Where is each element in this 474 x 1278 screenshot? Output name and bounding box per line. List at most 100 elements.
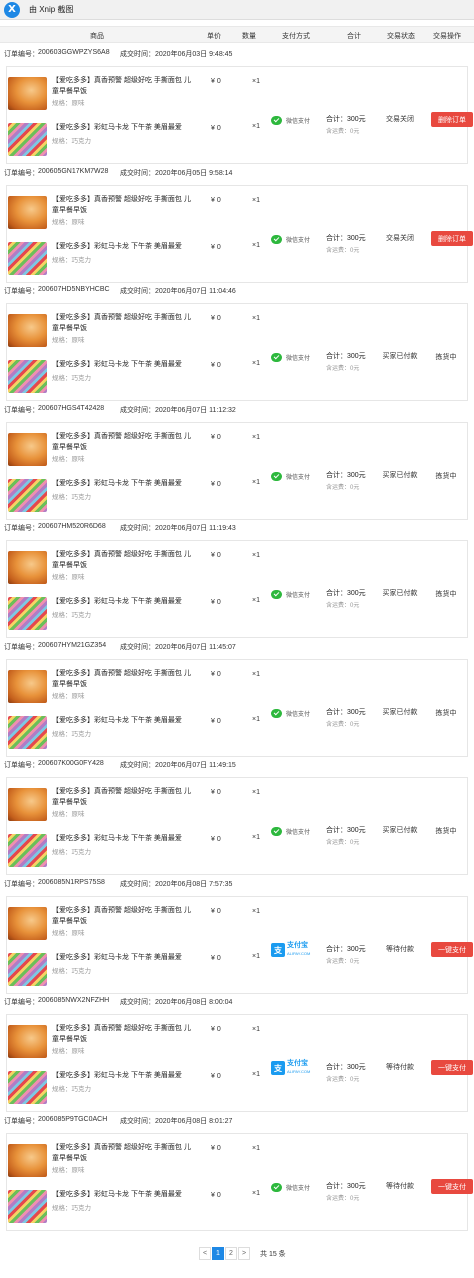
product-spec: 规格：原味 — [52, 930, 85, 937]
product-image-macaron[interactable] — [8, 123, 47, 156]
product-name[interactable]: 【爱吃多多】真香预警 超级好吃 手撕面包 儿童早餐早饭 — [52, 549, 192, 571]
product-name[interactable]: 【爱吃多多】彩虹马卡龙 下午茶 美眉最爱 — [52, 359, 192, 370]
payment-method-alipay: 支 支付宝 ALIPAY.COM — [271, 942, 310, 958]
order-meta: 订单编号： 200605GN17KM7W28 成交时间： 2020年06月05日… — [0, 165, 474, 181]
product-name[interactable]: 【爱吃多多】真香预警 超级好吃 手撕面包 儿童早餐早饭 — [52, 431, 192, 453]
deal-time-label: 成交时间： — [120, 1118, 155, 1125]
payment-method-wechat: 微信支付 — [271, 472, 310, 481]
payment-label: 微信支付 — [286, 356, 311, 362]
order-freight: 含运费：0元 — [326, 1077, 360, 1083]
header-quantity: 数量 — [242, 33, 256, 40]
product-image-macaron[interactable] — [8, 360, 47, 393]
product-image-bread[interactable] — [8, 433, 47, 466]
product-name[interactable]: 【爱吃多多】真香预警 超级好吃 手撕面包 儿童早餐早饭 — [52, 668, 192, 690]
order-meta: 订单编号： 200607HM520R6D68 成交时间： 2020年06月07日… — [0, 520, 474, 536]
product-name[interactable]: 【爱吃多多】彩虹马卡龙 下午茶 美眉最爱 — [52, 715, 192, 726]
order-number: 200607HM520R6D68 — [38, 523, 106, 530]
product-name[interactable]: 【爱吃多多】彩虹马卡龙 下午茶 美眉最爱 — [52, 478, 192, 489]
product-image-macaron[interactable] — [8, 479, 47, 512]
product-spec: 规格：巧克力 — [52, 968, 91, 975]
product-image-bread[interactable] — [8, 670, 47, 703]
unit-price: ¥ 0 — [211, 671, 221, 678]
order-status: 买家已付款 — [382, 827, 418, 834]
unit-price: ¥ 0 — [211, 434, 221, 441]
deal-time-label: 成交时间： — [120, 881, 155, 888]
product-spec: 规格：巧克力 — [52, 849, 91, 856]
quantity: ×1 — [252, 78, 260, 85]
page-2-button[interactable]: 2 — [225, 1247, 237, 1260]
product-image-bread[interactable] — [8, 196, 47, 229]
order-action-button[interactable]: 删除订单 — [431, 112, 473, 127]
product-image-bread[interactable] — [8, 77, 47, 110]
product-name[interactable]: 【爱吃多多】真香预警 超级好吃 手撕面包 儿童早餐早饭 — [52, 1142, 192, 1164]
order-number: 2006085P9TGC0ACH — [38, 1116, 108, 1123]
product-name[interactable]: 【爱吃多多】真香预警 超级好吃 手撕面包 儿童早餐早饭 — [52, 75, 192, 97]
unit-price: ¥ 0 — [211, 125, 221, 132]
product-image-macaron[interactable] — [8, 716, 47, 749]
table-header: 商品 单价 数量 支付方式 合计 交易状态 交易操作 — [0, 26, 474, 43]
payment-method-wechat: 微信支付 — [271, 590, 310, 599]
product-name[interactable]: 【爱吃多多】真香预警 超级好吃 手撕面包 儿童早餐早饭 — [52, 312, 192, 334]
order-total: 合计：300元 — [326, 353, 366, 360]
page-1-button[interactable]: 1 — [212, 1247, 224, 1260]
product-name[interactable]: 【爱吃多多】真香预警 超级好吃 手撕面包 儿童早餐早饭 — [52, 194, 192, 216]
wechat-pay-icon — [271, 353, 282, 362]
deal-time-label: 成交时间： — [120, 999, 155, 1006]
deal-time-label: 成交时间： — [120, 288, 155, 295]
order-action-button[interactable]: 一键支付 — [431, 942, 473, 957]
order-number: 200607HGS4T42428 — [38, 405, 105, 412]
order-card: 【爱吃多多】真香预警 超级好吃 手撕面包 儿童早餐早饭 规格：原味 ¥ 0 ×1… — [6, 422, 468, 520]
product-image-bread[interactable] — [8, 1025, 47, 1058]
product-image-macaron[interactable] — [8, 953, 47, 986]
order-action-button[interactable]: 一键支付 — [431, 1179, 473, 1194]
order-freight: 含运费：0元 — [326, 366, 360, 372]
product-image-bread[interactable] — [8, 907, 47, 940]
product-name[interactable]: 【爱吃多多】彩虹马卡龙 下午茶 美眉最爱 — [52, 1070, 192, 1081]
product-image-macaron[interactable] — [8, 834, 47, 867]
payment-label: 微信支付 — [286, 593, 311, 599]
product-image-bread[interactable] — [8, 788, 47, 821]
payment-method-wechat: 微信支付 — [271, 116, 310, 125]
product-name[interactable]: 【爱吃多多】真香预警 超级好吃 手撕面包 儿童早餐早饭 — [52, 1023, 192, 1045]
order-number-label: 订单编号： — [4, 407, 39, 414]
unit-price: ¥ 0 — [211, 718, 221, 725]
product-image-bread[interactable] — [8, 314, 47, 347]
deal-time: 2020年06月07日 11:19:43 — [155, 525, 236, 532]
unit-price: ¥ 0 — [211, 1145, 221, 1152]
product-spec: 规格：原味 — [52, 456, 85, 463]
prev-page-button[interactable]: < — [199, 1247, 211, 1260]
product-image-macaron[interactable] — [8, 1071, 47, 1104]
product-image-macaron[interactable] — [8, 597, 47, 630]
product-image-bread[interactable] — [8, 1144, 47, 1177]
quantity: ×1 — [252, 834, 260, 841]
order-number-label: 订单编号： — [4, 525, 39, 532]
product-name[interactable]: 【爱吃多多】真香预警 超级好吃 手撕面包 儿童早餐早饭 — [52, 905, 192, 927]
product-name[interactable]: 【爱吃多多】彩虹马卡龙 下午茶 美眉最爱 — [52, 1189, 192, 1200]
order-card: 【爱吃多多】真香预警 超级好吃 手撕面包 儿童早餐早饭 规格：原味 ¥ 0 ×1… — [6, 1014, 473, 1112]
product-name[interactable]: 【爱吃多多】彩虹马卡龙 下午茶 美眉最爱 — [52, 596, 192, 607]
product-name[interactable]: 【爱吃多多】彩虹马卡龙 下午茶 美眉最爱 — [52, 833, 192, 844]
wechat-pay-icon — [271, 235, 282, 244]
header-status: 交易状态 — [387, 33, 415, 40]
order-card: 【爱吃多多】真香预警 超级好吃 手撕面包 儿童早餐早饭 规格：原味 ¥ 0 ×1… — [6, 777, 468, 875]
payment-label: 支付宝 ALIPAY.COM — [287, 942, 311, 956]
order-number: 2006085NWX2NFZHH — [38, 997, 110, 1004]
order-card: 【爱吃多多】真香预警 超级好吃 手撕面包 儿童早餐早饭 规格：原味 ¥ 0 ×1… — [6, 185, 473, 283]
order-action-button[interactable]: 删除订单 — [431, 231, 473, 246]
alipay-icon: 支 — [271, 943, 285, 957]
product-name[interactable]: 【爱吃多多】真香预警 超级好吃 手撕面包 儿童早餐早饭 — [52, 786, 192, 808]
title-bar: X 由 Xnip 截图 — [0, 0, 474, 20]
order-action-button[interactable]: 一键支付 — [431, 1060, 473, 1075]
unit-price: ¥ 0 — [211, 78, 221, 85]
product-image-macaron[interactable] — [8, 242, 47, 275]
product-image-macaron[interactable] — [8, 1190, 47, 1223]
wechat-pay-icon — [271, 1183, 282, 1192]
product-name[interactable]: 【爱吃多多】彩虹马卡龙 下午茶 美眉最爱 — [52, 952, 192, 963]
next-page-button[interactable]: > — [238, 1247, 250, 1260]
header-action: 交易操作 — [433, 33, 461, 40]
product-name[interactable]: 【爱吃多多】彩虹马卡龙 下午茶 美眉最爱 — [52, 241, 192, 252]
unit-price: ¥ 0 — [211, 789, 221, 796]
product-name[interactable]: 【爱吃多多】彩虹马卡龙 下午茶 美眉最爱 — [52, 122, 192, 133]
product-image-bread[interactable] — [8, 551, 47, 584]
payment-method-wechat: 微信支付 — [271, 235, 310, 244]
